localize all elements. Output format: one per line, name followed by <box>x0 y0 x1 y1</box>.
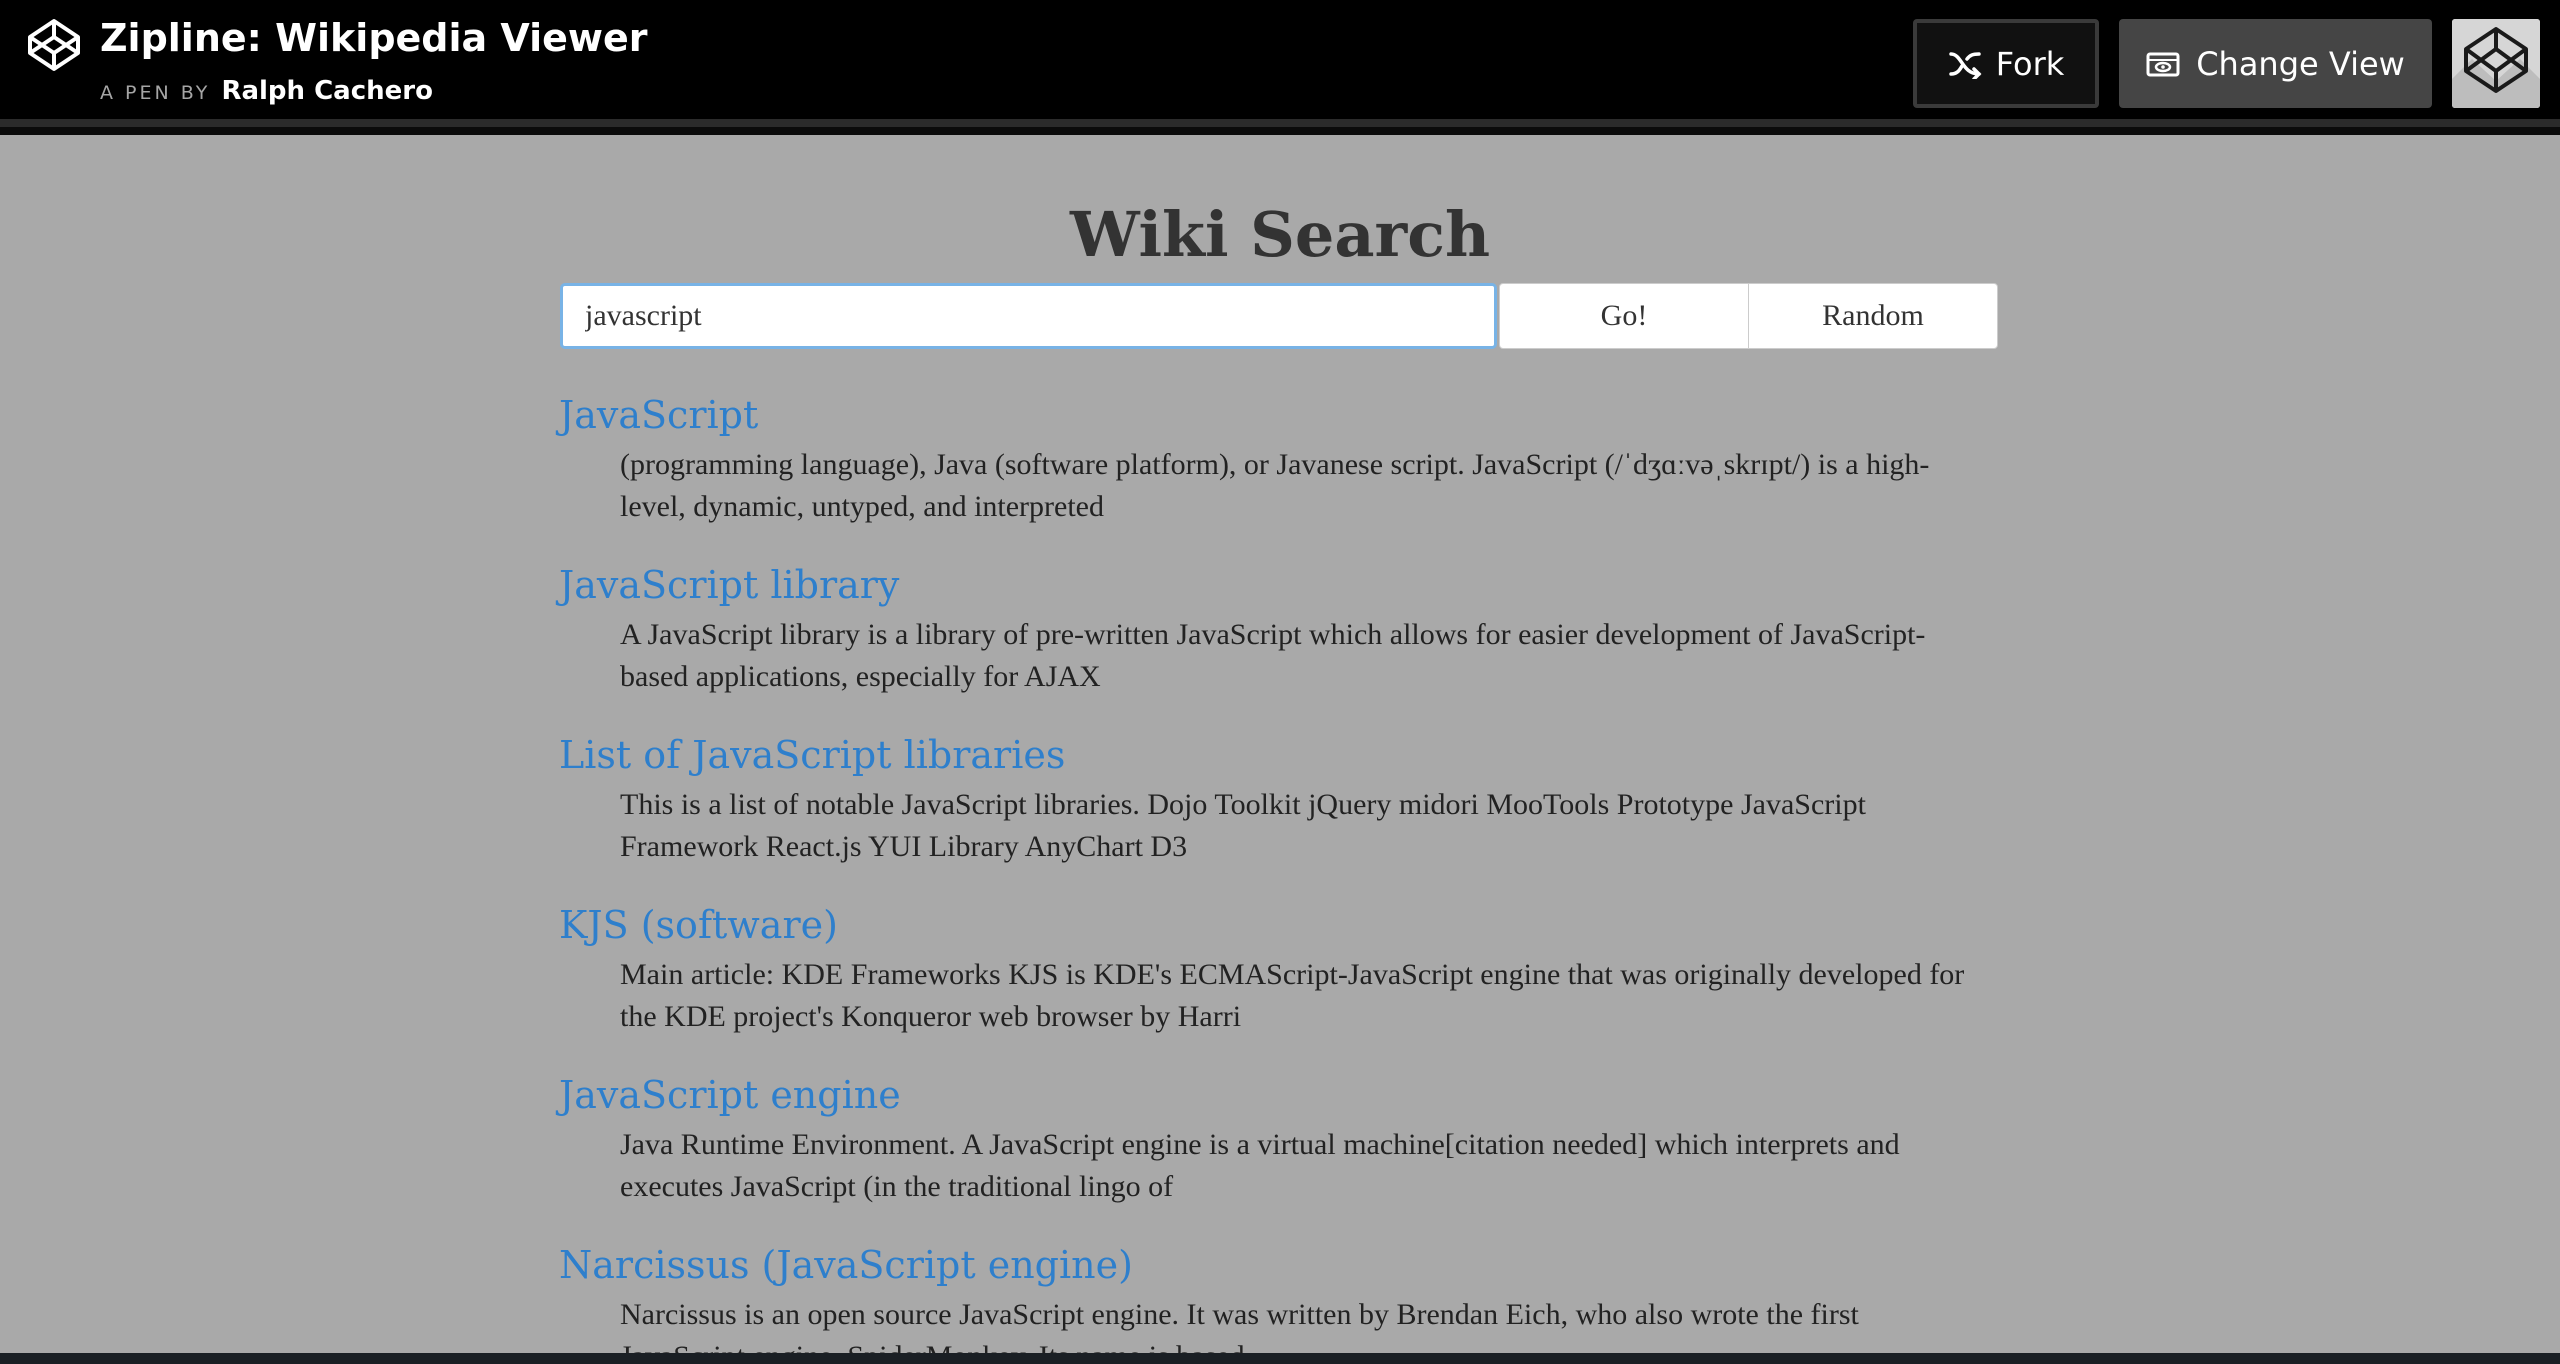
change-view-icon <box>2146 52 2180 76</box>
avatar[interactable] <box>2452 19 2540 108</box>
result-snippet: This is a list of notable JavaScript lib… <box>620 788 1866 863</box>
list-item: JavaScript (programming language), Java … <box>559 391 1979 561</box>
result-title-link[interactable]: JavaScript <box>559 391 1979 439</box>
list-item: JavaScript engine Java Runtime Environme… <box>559 1071 1979 1241</box>
result-title-link[interactable]: JavaScript engine <box>559 1071 1979 1119</box>
results-list: JavaScript (programming language), Java … <box>559 391 1979 1353</box>
fork-icon <box>1948 51 1982 79</box>
list-item: KJS (software) Main article: KDE Framewo… <box>559 901 1979 1071</box>
codepen-avatar-icon <box>2452 19 2540 108</box>
pen-by-line: A PEN BY Ralph Cachero <box>100 76 433 106</box>
result-snippet: Main article: KDE Frameworks KJS is KDE'… <box>620 958 1965 1033</box>
list-item: JavaScript library A JavaScript library … <box>559 561 1979 731</box>
fork-button[interactable]: Fork <box>1913 19 2099 108</box>
random-button[interactable]: Random <box>1748 283 1998 349</box>
codepen-header: Zipline: Wikipedia Viewer A PEN BY Ralph… <box>0 0 2560 127</box>
codepen-logo-icon[interactable] <box>27 18 81 72</box>
fork-label: Fork <box>1995 44 2065 83</box>
result-title-link[interactable]: KJS (software) <box>559 901 1979 949</box>
result-snippet: Narcissus is an open source JavaScript e… <box>620 1298 1859 1353</box>
change-view-label: Change View <box>2196 44 2405 83</box>
result-snippet: (programming language), Java (software p… <box>620 448 1930 523</box>
author-link[interactable]: Ralph Cachero <box>221 76 433 106</box>
result-title-link[interactable]: JavaScript library <box>559 561 1979 609</box>
pen-title: Zipline: Wikipedia Viewer <box>100 16 648 60</box>
pen-preview: Wiki Search Go! Random JavaScript (progr… <box>0 135 2560 1353</box>
list-item: List of JavaScript libraries This is a l… <box>559 731 1979 901</box>
change-view-button[interactable]: Change View <box>2119 19 2432 108</box>
result-title-link[interactable]: List of JavaScript libraries <box>559 731 1979 779</box>
search-input[interactable] <box>560 283 1497 349</box>
result-title-link[interactable]: Narcissus (JavaScript engine) <box>559 1241 1979 1289</box>
bottom-edge <box>0 1353 2560 1364</box>
result-snippet: A JavaScript library is a library of pre… <box>620 618 1926 693</box>
pen-by-label: A PEN BY <box>100 82 211 104</box>
result-snippet: Java Runtime Environment. A JavaScript e… <box>620 1128 1900 1203</box>
page-title: Wiki Search <box>1069 198 1491 271</box>
go-button[interactable]: Go! <box>1499 283 1749 349</box>
list-item: Narcissus (JavaScript engine) Narcissus … <box>559 1241 1979 1353</box>
